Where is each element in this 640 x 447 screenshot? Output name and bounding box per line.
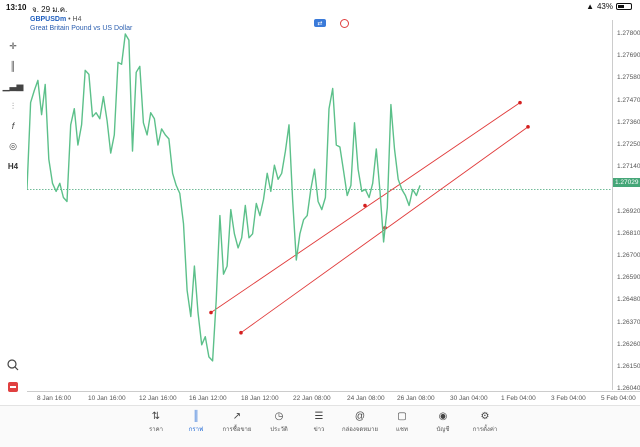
time-tick-label: 22 Jan 08:00: [293, 395, 331, 402]
wifi-icon: ▲: [586, 2, 594, 11]
channel-anchor-point[interactable]: [239, 330, 243, 335]
settings-sliders-icon[interactable]: ⫶: [4, 96, 22, 116]
trade-panel-icon[interactable]: [4, 378, 22, 396]
status-date: จ. 29 ม.ค.: [32, 5, 68, 14]
chat-icon: ▢: [397, 411, 407, 422]
history-icon: ◷: [274, 411, 284, 422]
mailbox-icon: @: [354, 411, 366, 422]
time-axis[interactable]: 8 Jan 16:00 10 Jan 16:00 12 Jan 16:00 16 Ja…: [27, 391, 640, 405]
price-tick-label: 1.26700: [617, 252, 640, 259]
chart-icon: ║: [192, 411, 200, 422]
time-tick-label: 5 Feb 04:00: [601, 395, 636, 402]
price-tick-label: 1.26260: [617, 340, 640, 348]
battery-icon: [616, 3, 632, 10]
channel-anchor-point[interactable]: [526, 125, 530, 129]
channel-anchor-point[interactable]: [209, 310, 213, 315]
shapes-icon[interactable]: ◎: [4, 136, 22, 156]
nav-news[interactable]: ☰ ข่าว: [299, 410, 339, 434]
status-bar: 13:10 จ. 29 ม.ค. ▲ 43%: [0, 0, 640, 14]
price-tick-label: 1.26480: [617, 296, 640, 304]
status-time: 13:10: [6, 3, 27, 12]
time-tick-label: 26 Jan 08:00: [397, 395, 435, 402]
price-tick-label: 1.26590: [617, 274, 640, 282]
zoom-icon[interactable]: [4, 356, 22, 374]
nav-mailbox[interactable]: @ กล่องจดหมาย: [340, 410, 380, 434]
nav-label: ประวัติ: [270, 427, 288, 433]
candles-icon[interactable]: ║: [4, 56, 22, 76]
nav-label: ราคา: [149, 427, 163, 433]
channel-mid-handle[interactable]: [363, 203, 367, 208]
time-tick-label: 12 Jan 16:00: [139, 395, 177, 402]
price-line: [27, 33, 421, 362]
time-tick-label: 3 Feb 04:00: [551, 395, 586, 402]
price-tick-label: 1.26920: [617, 207, 640, 215]
price-tick-label: 1.27360: [617, 118, 640, 126]
time-tick-label: 30 Jan 04:00: [450, 395, 488, 402]
quotes-icon: ⇅: [151, 411, 161, 422]
price-axis[interactable]: 1.27800 1.27690 1.27580 1.27470 1.27360 1.272…: [612, 20, 640, 392]
account-icon: ◉: [438, 411, 448, 422]
timeframe-button[interactable]: H4: [4, 156, 22, 176]
nav-label: กล่องจดหมาย: [341, 427, 379, 433]
status-right: ▲ 43%: [586, 2, 632, 11]
nav-history[interactable]: ◷ ประวัติ: [259, 410, 299, 434]
nav-label: บัญชี: [436, 427, 450, 433]
time-tick-label: 1 Feb 04:00: [501, 395, 536, 402]
price-chart[interactable]: [27, 20, 612, 390]
price-tick-label: 1.27470: [617, 96, 640, 104]
nav-label: การซื้อขาย: [222, 427, 252, 433]
nav-label: แชท: [396, 427, 408, 433]
price-tick-label: 1.27580: [617, 74, 640, 82]
nav-quotes[interactable]: ⇅ ราคา: [136, 410, 176, 434]
indicators-icon[interactable]: ▁▃▅: [3, 76, 24, 96]
nav-account[interactable]: ◉ บัญชี: [423, 410, 463, 434]
nav-chat[interactable]: ▢ แชท: [382, 410, 422, 434]
price-tick-label: 1.26810: [617, 229, 640, 237]
price-tick-label: 1.26150: [617, 363, 640, 370]
chart-toolbar: ✛ ║ ▁▃▅ ⫶ f ◎ H4: [3, 36, 24, 176]
function-icon[interactable]: f: [4, 116, 22, 136]
trade-icon: ↗: [232, 411, 242, 422]
channel-lines[interactable]: [209, 100, 530, 335]
current-price-label: 1.27029: [613, 178, 640, 187]
nav-label: ข่าว: [313, 427, 325, 433]
price-tick-label: 1.26370: [617, 318, 640, 326]
nav-label: การตั้งค่า: [472, 427, 498, 433]
bottom-navigation: ⇅ ราคา ║ กราฟ ↗ การซื้อขาย ◷ ประวัติ ☰ ข่าว @ กล่อง…: [0, 405, 640, 447]
time-tick-label: 18 Jan 12:00: [241, 395, 279, 402]
news-icon: ☰: [314, 411, 324, 422]
time-tick-label: 10 Jan 16:00: [88, 395, 126, 402]
nav-chart[interactable]: ║ กราฟ: [176, 410, 216, 434]
price-tick-label: 1.27800: [617, 30, 640, 37]
channel-anchor-point[interactable]: [518, 100, 522, 105]
time-tick-label: 16 Jan 12:00: [189, 395, 227, 402]
battery-percent: 43%: [596, 2, 613, 11]
price-tick-label: 1.27250: [617, 141, 640, 148]
time-tick-label: 8 Jan 16:00: [37, 395, 71, 402]
nav-trade[interactable]: ↗ การซื้อขาย: [217, 410, 257, 434]
time-tick-label: 24 Jan 08:00: [347, 395, 385, 402]
price-tick-label: 1.27690: [617, 52, 640, 60]
nav-settings[interactable]: ⚙ การตั้งค่า: [465, 410, 505, 434]
price-tick-label: 1.27140: [617, 163, 640, 171]
settings-icon: ⚙: [480, 411, 490, 422]
crosshair-icon[interactable]: ✛: [4, 36, 22, 56]
nav-label: กราฟ: [188, 427, 204, 433]
